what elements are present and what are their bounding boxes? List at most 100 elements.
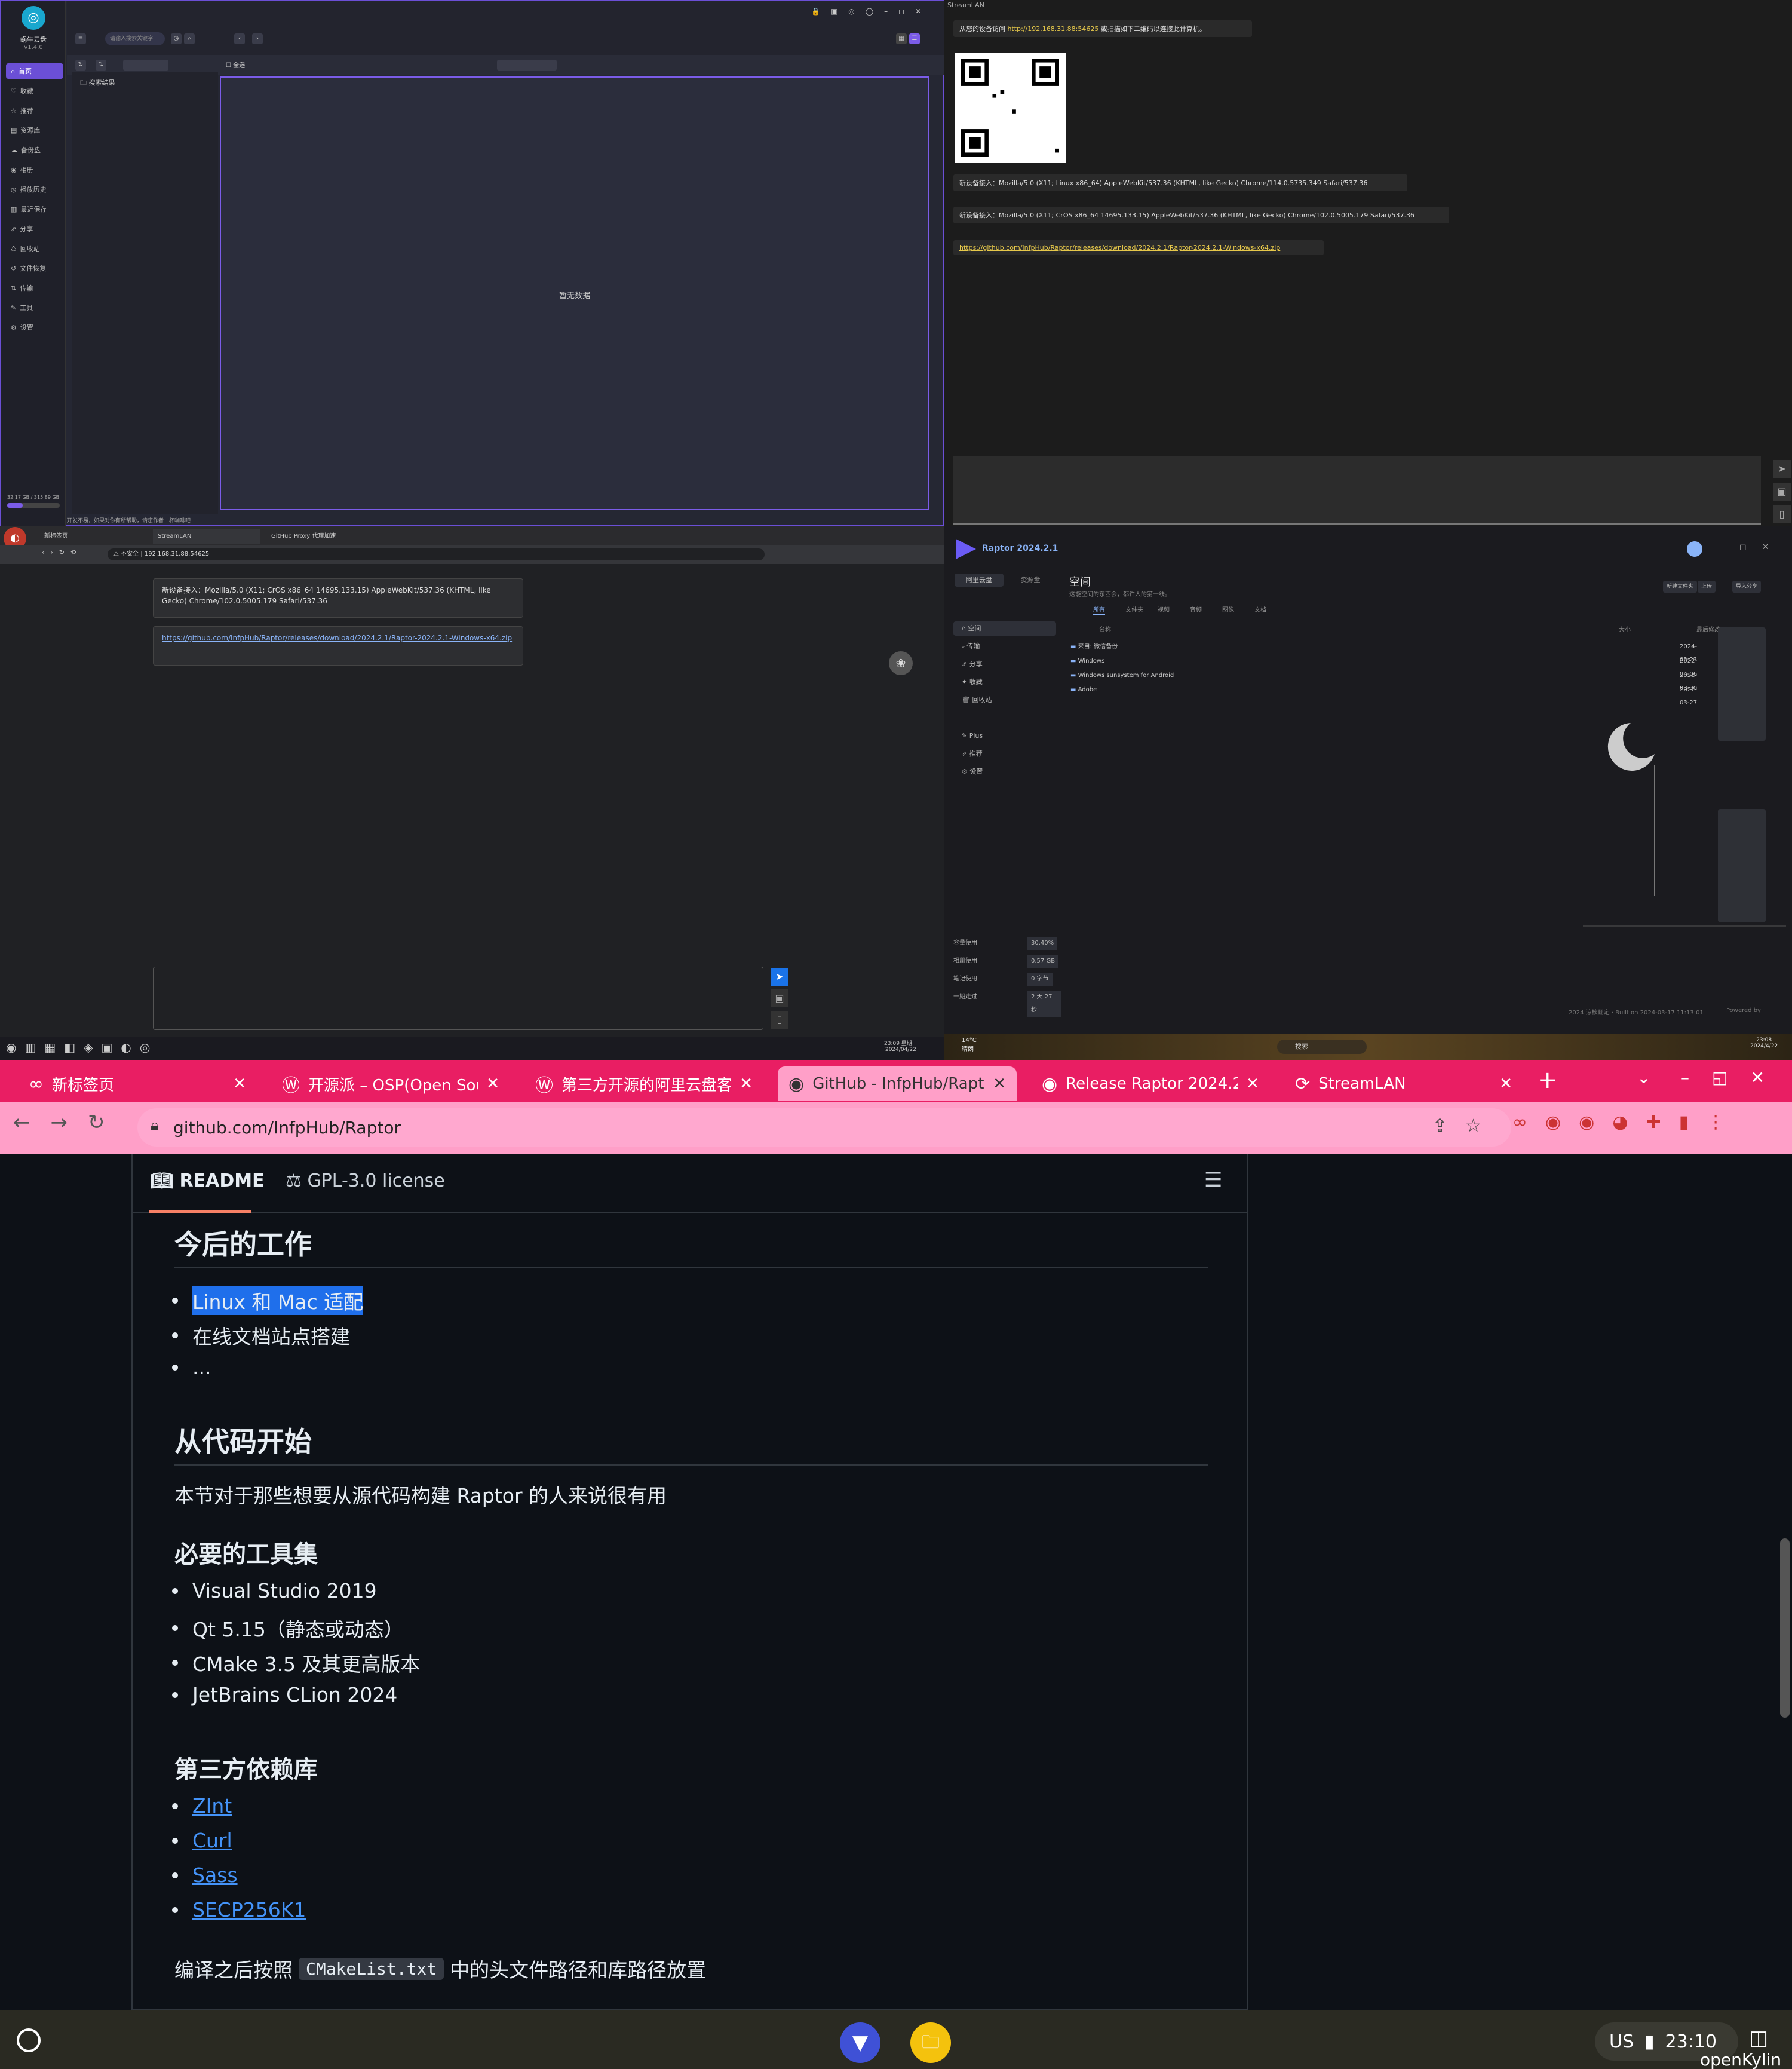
rename-input[interactable]: [497, 60, 557, 71]
list-item[interactable]: Sass: [172, 1863, 238, 1887]
nav-item[interactable]: ⌂ 首页: [6, 63, 63, 79]
new-tab-button[interactable]: +: [1538, 1066, 1558, 1094]
outline-icon[interactable]: ☰: [1204, 1168, 1222, 1192]
menu-icon[interactable]: ≡: [75, 33, 86, 44]
browser-tab[interactable]: ⟳ StreamLAN ✕: [1284, 1066, 1523, 1101]
back-icon[interactable]: ‹: [234, 33, 245, 44]
file-row[interactable]: ▬ 来自: 微信备份 2024-02-23: [1070, 640, 1704, 663]
filter-tab[interactable]: 音频: [1190, 605, 1202, 614]
search-input[interactable]: 请输入搜索关键字: [105, 32, 165, 45]
side-item[interactable]: ✦ 收藏: [953, 675, 1056, 689]
nav-item[interactable]: ☆ 推荐: [6, 103, 63, 118]
small-tab[interactable]: StreamLAN: [153, 529, 260, 544]
filter-tab[interactable]: 视频: [1158, 605, 1170, 614]
close-icon[interactable]: ✕: [993, 1075, 1006, 1093]
side-item[interactable]: ⤓ 传输: [953, 639, 1056, 654]
filter-tab[interactable]: 图像: [1222, 605, 1234, 614]
message-3-link[interactable]: https://github.com/InfpHub/Raptor/releas…: [953, 240, 1324, 255]
nav-buttons[interactable]: ‹›↻⟲: [42, 548, 82, 556]
nav-item[interactable]: ↺ 文件恢复: [6, 260, 63, 276]
omnibox[interactable]: 🔒︎ github.com/InfpHub/Raptor ⇪☆: [137, 1108, 1511, 1147]
list-item-text[interactable]: Sass: [192, 1863, 238, 1887]
browser-tab[interactable]: Ⓦ 第三方开源的阿里云盘客 ✕: [524, 1066, 763, 1101]
raptor-app-icon[interactable]: ▼: [840, 2022, 880, 2063]
window-controls[interactable]: 🔒▣◎◯–◻✕: [811, 7, 932, 16]
user-avatar[interactable]: [1687, 541, 1702, 557]
nav-item[interactable]: ⇅ 传输: [6, 280, 63, 296]
share-star-icons[interactable]: ⇪☆: [1432, 1115, 1499, 1136]
browser-tab[interactable]: ◉ Release Raptor 2024.2. ✕: [1031, 1066, 1270, 1101]
nav-item[interactable]: ♡ 收藏: [6, 83, 63, 99]
side-item[interactable]: ⇗ 分享: [953, 657, 1056, 672]
browser-tab[interactable]: ◉ GitHub - InfpHub/Rapto ✕: [778, 1066, 1017, 1101]
close-icon[interactable]: ✕: [1246, 1075, 1259, 1093]
file-icon[interactable]: ▯: [1773, 505, 1791, 523]
refresh-icon[interactable]: ↻: [75, 60, 86, 71]
filter-tab[interactable]: 文件夹: [1125, 605, 1143, 614]
tab-search-icon[interactable]: ⌄: [1637, 1068, 1650, 1087]
nav-item[interactable]: ▥ 最近保存: [6, 201, 63, 217]
action-button[interactable]: 新建文件夹: [1663, 581, 1698, 593]
side-item[interactable]: ⌂ 空间: [953, 621, 1056, 636]
extension-icon[interactable]: ❀: [889, 651, 913, 675]
history-icon[interactable]: ◷: [171, 33, 182, 44]
col-header[interactable]: 名称: [1099, 624, 1111, 633]
side-item[interactable]: ⇗ 推荐: [953, 747, 1056, 761]
file-row[interactable]: ▬ Adobe 2022-03-27: [1070, 683, 1704, 706]
side-item[interactable]: ⚙ 设置: [953, 765, 1056, 779]
browser-tab[interactable]: Ⓦ 开源派 – OSP(Open Sou ✕: [271, 1066, 510, 1101]
file-row[interactable]: ▬ Windows sunsystem for Android 2022-03-3…: [1070, 669, 1704, 692]
extension-icons[interactable]: ∞◉◉◕✚▮⋮: [1512, 1112, 1742, 1133]
list-item-text[interactable]: SECP256K1: [192, 1898, 306, 1921]
files-app-icon[interactable]: 🗀: [910, 2022, 951, 2063]
tab-resource[interactable]: 资源盘: [1006, 574, 1055, 587]
side-item[interactable]: 🗑︎ 回收站: [953, 693, 1056, 707]
sort-icon[interactable]: ⇅: [96, 60, 106, 71]
file-row[interactable]: ▬ Windows 2022-04-06: [1070, 655, 1704, 678]
close-icon[interactable]: ✕: [1499, 1075, 1512, 1093]
grid-view-icon[interactable]: ▦: [896, 33, 907, 44]
filter-input[interactable]: [123, 60, 168, 71]
list-view-icon[interactable]: ☰: [909, 33, 920, 44]
message-input[interactable]: [953, 456, 1761, 525]
send-icon[interactable]: ➤: [1773, 460, 1791, 478]
bl-message-input[interactable]: [153, 967, 763, 1030]
tree-item[interactable]: 🗀 搜索结果: [80, 78, 115, 89]
close-icon[interactable]: ✕: [233, 1075, 246, 1093]
list-item[interactable]: Curl: [172, 1829, 232, 1852]
nav-item[interactable]: ◉ 相册: [6, 162, 63, 177]
taskbar-apps[interactable]: ◉▥▦◧◈▣◐◎: [6, 1040, 158, 1055]
bl-image-icon[interactable]: ▣: [771, 989, 788, 1007]
forward-icon[interactable]: ›: [252, 33, 263, 44]
nav-item[interactable]: ✎ 工具: [6, 300, 63, 315]
action-button[interactable]: 导入分享: [1732, 581, 1762, 593]
small-tab[interactable]: GitHub Proxy 代理加速: [266, 529, 374, 544]
license-tab[interactable]: ⚖ GPL-3.0 license: [286, 1170, 445, 1191]
readme-tab[interactable]: 📖︎ README: [151, 1170, 265, 1191]
close-icon[interactable]: ✕: [739, 1075, 753, 1093]
image-icon[interactable]: ▣: [1773, 483, 1791, 501]
nav-item[interactable]: ▤ 资源库: [6, 122, 63, 138]
nav-item[interactable]: ⚙ 设置: [6, 320, 63, 335]
intro-url[interactable]: http://192.168.31.88:54625: [1008, 25, 1099, 33]
nav-item[interactable]: ◷ 播放历史: [6, 182, 63, 197]
nav-buttons[interactable]: ←→↻: [13, 1111, 125, 1135]
tab-aliyun[interactable]: 阿里云盘: [955, 574, 1004, 587]
launcher-icon[interactable]: [17, 2028, 41, 2052]
small-url[interactable]: ⚠ 不安全 | 192.168.31.88:54625: [108, 548, 765, 560]
bl-message-2-link[interactable]: https://github.com/InfpHub/Raptor/releas…: [153, 626, 523, 666]
list-item-text[interactable]: ZInt: [192, 1794, 232, 1817]
window-controls[interactable]: –◱✕: [1681, 1068, 1787, 1087]
select-all-checkbox[interactable]: ☐ 全选: [226, 60, 245, 69]
col-header[interactable]: 大小: [1619, 624, 1631, 633]
scrollbar[interactable]: [1780, 1538, 1790, 1718]
small-tab[interactable]: 新标签页: [39, 529, 147, 544]
filter-tab[interactable]: 文档: [1254, 605, 1266, 614]
nav-item[interactable]: ☁ 备份盘: [6, 142, 63, 158]
filter-tab[interactable]: 所有: [1093, 605, 1105, 615]
nav-item[interactable]: ♺ 回收站: [6, 241, 63, 256]
bl-send-icon[interactable]: ➤: [771, 968, 788, 986]
window-controls[interactable]: ◻✕: [1739, 542, 1784, 552]
browser-tab[interactable]: ∞ 新标签页 ✕: [18, 1066, 257, 1101]
action-button[interactable]: 上传: [1698, 581, 1716, 593]
